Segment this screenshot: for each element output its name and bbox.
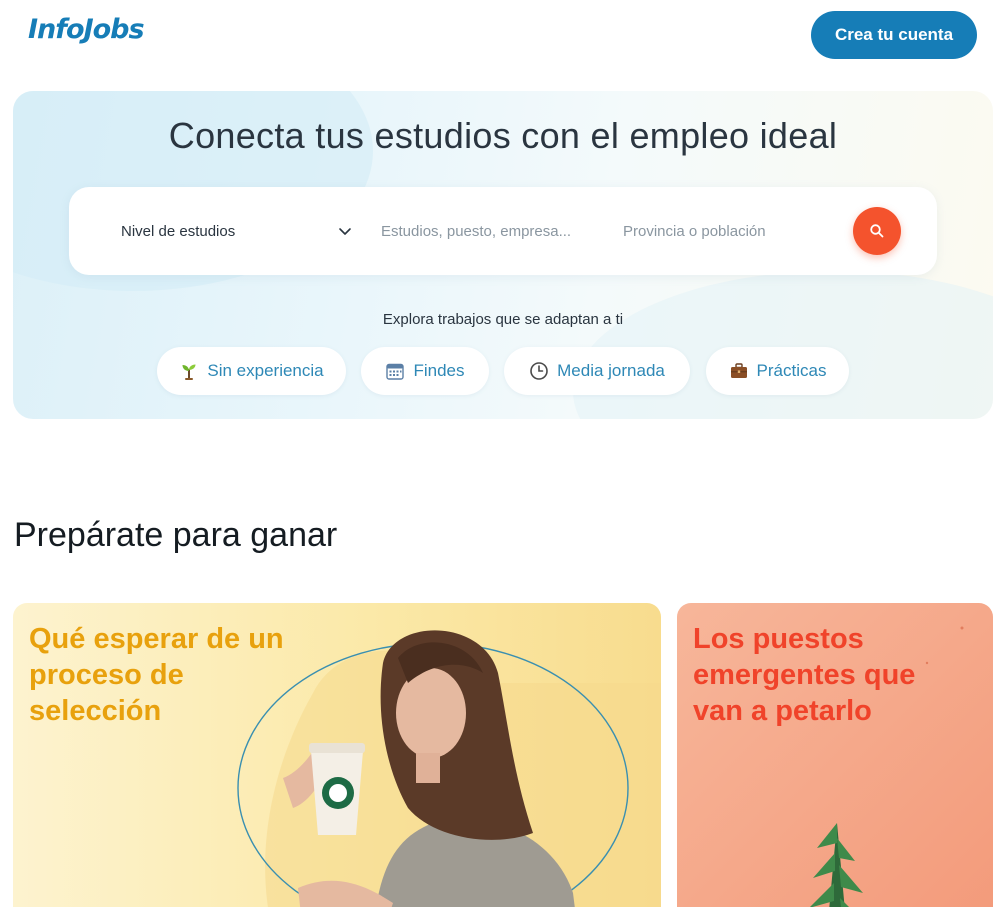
article-card-seleccion[interactable]: Qué esperar de un proceso de selección <box>13 603 661 907</box>
chip-media-jornada[interactable]: Media jornada <box>504 347 690 395</box>
search-button[interactable] <box>853 207 901 255</box>
page: InfoJobs Crea tu cuenta Conecta tus estu… <box>0 0 1003 907</box>
briefcase-icon <box>730 363 747 378</box>
location-input[interactable] <box>623 215 833 247</box>
chip-label: Sin experiencia <box>207 361 324 380</box>
chip-label: Media jornada <box>557 361 665 380</box>
chip-label: Findes <box>413 361 465 380</box>
studies-search-input[interactable] <box>381 215 591 247</box>
article-card-puestos-emergentes[interactable]: Los puestos emergentes que van a petarlo <box>677 603 993 907</box>
card-title: Los puestos emergentes que van a petarlo <box>693 623 916 727</box>
calendar-icon <box>386 363 405 380</box>
section-title: Prepárate para ganar <box>14 516 338 554</box>
hero-title: Conecta tus estudios con el empleo ideal <box>168 115 838 156</box>
education-level-value: Nivel de estudios <box>121 222 236 240</box>
clock-icon <box>530 362 548 380</box>
card-title: Qué esperar de un proceso de selección <box>29 623 284 727</box>
search-icon <box>870 224 884 238</box>
chip-practicas[interactable]: Prácticas <box>706 347 849 395</box>
chip-label: Prácticas <box>756 361 827 380</box>
chip-findes[interactable]: Findes <box>361 347 489 395</box>
search-bar: Nivel de estudios <box>69 187 937 275</box>
infojobs-logo[interactable]: InfoJobs <box>28 14 145 45</box>
top-header: InfoJobs Crea tu cuenta <box>0 0 1003 72</box>
seedling-icon <box>182 364 196 380</box>
chip-sin-experiencia[interactable]: Sin experiencia <box>157 347 346 395</box>
chevron-down-icon <box>339 228 351 235</box>
hero-section: Conecta tus estudios con el empleo ideal… <box>13 91 993 419</box>
create-account-button[interactable]: Crea tu cuenta <box>811 11 977 59</box>
education-level-select[interactable]: Nivel de estudios <box>121 187 353 275</box>
job-type-chips: Sin experiencia Findes Media jornada Prá… <box>13 347 993 395</box>
explore-label: Explora trabajos que se adaptan a ti <box>382 311 624 328</box>
